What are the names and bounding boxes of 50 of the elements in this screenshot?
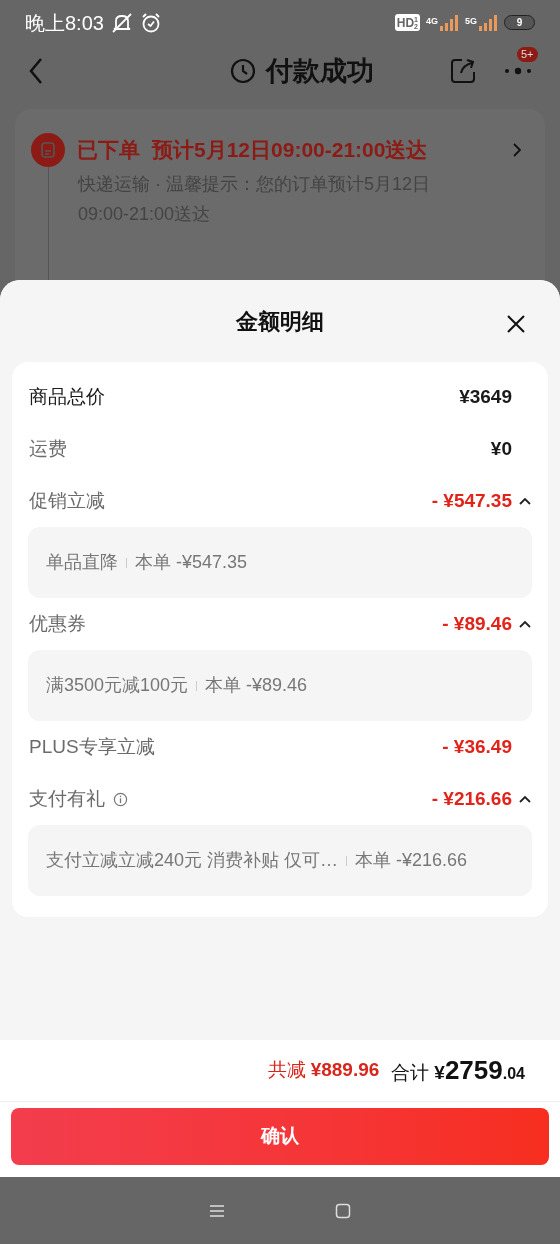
confirm-button[interactable]: 确认 <box>11 1108 549 1165</box>
detail-name: 支付立减立减240元 消费补贴 仅可… <box>46 849 339 872</box>
detail-amount: 本单 -¥216.66 <box>355 849 468 872</box>
total-decimal: .04 <box>502 1064 525 1084</box>
saved-amount: ¥889.96 <box>310 1058 380 1083</box>
back-icon[interactable] <box>28 56 44 85</box>
saved-label: 共减 <box>267 1058 306 1083</box>
detail-name: 满3500元减100元 <box>46 674 189 697</box>
home-icon[interactable] <box>335 1202 351 1219</box>
row-label: 商品总价 <box>29 384 105 409</box>
caret-up-icon[interactable] <box>518 496 532 506</box>
page-title: 付款成功 <box>266 54 374 88</box>
row-amount: - ¥547.35 <box>431 488 512 513</box>
row-label: 运费 <box>29 436 67 461</box>
share-icon[interactable] <box>450 57 476 84</box>
row-label: 促销立减 <box>29 488 105 513</box>
hd-text: HD <box>396 14 415 32</box>
chevron-right-icon[interactable] <box>513 143 521 158</box>
row-label: 支付有礼 <box>29 786 105 811</box>
row-amount: ¥3649 <box>459 384 512 409</box>
sheet-title: 金额明细 <box>236 307 324 336</box>
row-amount: - ¥89.46 <box>442 611 512 636</box>
signal-icon <box>439 14 459 31</box>
clock-icon <box>230 57 256 84</box>
caret-up-icon[interactable] <box>518 794 532 804</box>
row-amount: - ¥216.66 <box>431 786 512 811</box>
row-label: PLUS专享立减 <box>29 734 155 759</box>
network-type: 4G <box>425 14 438 28</box>
total-label: 合计 <box>391 1061 430 1085</box>
caret-up-icon[interactable] <box>518 619 532 629</box>
delivery-estimate: 预计5月12日09:00-21:00送达 <box>152 137 428 164</box>
menu-icon[interactable] <box>209 1203 225 1218</box>
row-amount: ¥0 <box>490 436 512 461</box>
status-time: 晚上8:03 <box>25 10 104 36</box>
detail-name: 单品直降 <box>46 551 118 574</box>
detail-amount: 本单 -¥89.46 <box>205 674 308 697</box>
notification-badge: 5+ <box>517 46 538 62</box>
info-icon[interactable] <box>113 791 128 807</box>
total-currency: ¥ <box>434 1062 445 1085</box>
battery-icon: 9 <box>504 15 535 31</box>
total-amount: 2759 <box>444 1054 503 1087</box>
close-icon[interactable] <box>506 314 526 334</box>
more-icon[interactable] <box>504 66 532 75</box>
detail-amount: 本单 -¥547.35 <box>135 551 248 574</box>
signal-icon <box>478 14 498 31</box>
row-amount: - ¥36.49 <box>442 734 512 759</box>
row-label: 优惠券 <box>29 611 86 636</box>
order-status: 已下单 <box>77 137 140 164</box>
order-icon <box>31 133 65 168</box>
network-type: 5G <box>465 14 477 28</box>
